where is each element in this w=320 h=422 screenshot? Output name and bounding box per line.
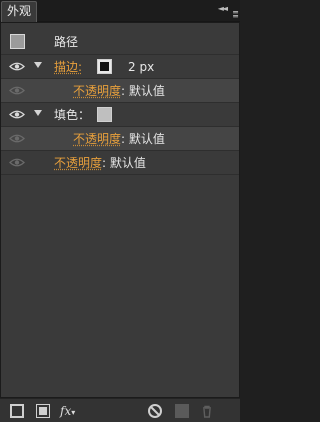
expand-triangle-icon[interactable] [34,110,42,116]
panel-menu-icon[interactable]: ═ ═ [233,9,238,21]
stroke-opacity-value: 默认值 [128,84,165,98]
object-opacity-value: 默认值 [109,156,146,170]
eye-icon[interactable] [9,109,25,120]
fill-opacity-value: 默认值 [128,132,165,146]
path-thumbnail-icon [10,34,25,49]
expand-triangle-icon[interactable] [34,62,42,68]
panel-tab-bar: 外观 ◄◄ ═ ═ [0,0,240,22]
appearance-panel: 路径 描边: 2 px 不透明度: 默认值 填色： 不透明度: 默认值 不透明度… [0,22,240,398]
eye-icon[interactable] [9,61,25,72]
stroke-width-value[interactable]: 2 px [128,55,154,79]
collapse-icon[interactable]: ◄◄ [218,4,228,13]
header-row: 路径 [1,29,239,55]
stroke-opacity-label-link[interactable]: 不透明度 [73,84,121,98]
new-stroke-icon[interactable] [10,404,24,418]
fill-row[interactable]: 填色： [1,103,239,127]
duplicate-item-icon[interactable] [175,404,189,418]
fill-color-swatch[interactable] [97,107,112,122]
object-opacity-colon: : [102,156,107,170]
eye-icon[interactable] [9,133,25,144]
object-opacity-row[interactable]: 不透明度: 默认值 [1,151,239,175]
panel-bottom-toolbar: fx▾ [0,398,240,422]
stroke-label-link[interactable]: 描边 [54,60,78,74]
stroke-opacity-colon: : [121,84,126,98]
fill-opacity-row[interactable]: 不透明度: 默认值 [1,127,239,151]
object-type-title: 路径 [54,35,79,49]
object-opacity-label-link[interactable]: 不透明度 [54,156,102,170]
fill-label: 填色 [54,108,79,122]
stroke-colon: : [78,60,83,74]
fill-opacity-label-link[interactable]: 不透明度 [73,132,121,146]
stroke-row[interactable]: 描边: 2 px [1,55,239,79]
fx-label: fx [60,404,72,418]
clear-appearance-icon[interactable] [148,404,162,418]
fx-dropdown-icon: ▾ [71,408,76,417]
tab-appearance[interactable]: 外观 [1,1,37,22]
stroke-color-swatch[interactable] [97,59,112,74]
eye-icon[interactable] [9,157,25,168]
delete-item-icon[interactable] [200,404,214,418]
stroke-opacity-row[interactable]: 不透明度: 默认值 [1,79,239,103]
new-fill-icon[interactable] [36,404,50,418]
eye-icon[interactable] [9,85,25,96]
fx-icon[interactable]: fx▾ [60,404,82,418]
fill-colon: ： [78,108,91,122]
fill-opacity-colon: : [121,132,126,146]
